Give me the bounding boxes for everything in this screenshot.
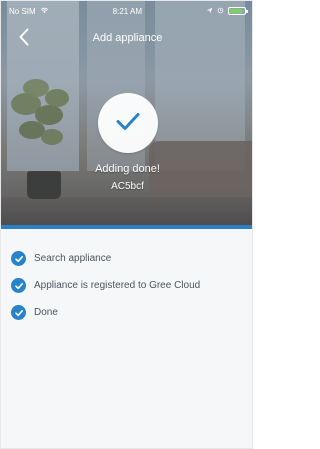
step-item: Search appliance bbox=[11, 245, 244, 272]
wifi-icon bbox=[40, 7, 49, 16]
step-label: Appliance is registered to Gree Cloud bbox=[34, 280, 201, 291]
check-circle-icon bbox=[11, 251, 26, 266]
alarm-icon bbox=[217, 7, 224, 16]
back-button[interactable] bbox=[13, 27, 35, 49]
chevron-left-icon bbox=[18, 28, 30, 49]
status-right bbox=[206, 7, 248, 16]
carrier-text: No SIM bbox=[9, 6, 36, 16]
status-time: 8:21 AM bbox=[112, 6, 143, 16]
check-circle-icon bbox=[11, 305, 26, 320]
step-label: Done bbox=[34, 307, 58, 318]
step-item: Appliance is registered to Gree Cloud bbox=[11, 272, 244, 299]
location-icon bbox=[206, 7, 213, 16]
status-bar: No SIM 8:21 AM bbox=[1, 1, 252, 21]
checkmark-icon bbox=[111, 104, 145, 143]
check-circle-icon bbox=[11, 278, 26, 293]
battery-icon bbox=[228, 7, 248, 15]
device-id: AC5bcf bbox=[111, 181, 144, 192]
status-left: No SIM bbox=[9, 7, 49, 16]
progress-steps: Search appliance Appliance is registered… bbox=[1, 233, 252, 326]
battery-level bbox=[230, 9, 242, 13]
step-item: Done bbox=[11, 299, 244, 326]
add-appliance-screen: No SIM 8:21 AM Add appliance Adding done… bbox=[0, 0, 253, 449]
page-title: Add appliance bbox=[92, 32, 163, 44]
success-badge bbox=[98, 93, 158, 153]
step-label: Search appliance bbox=[34, 253, 112, 264]
hero-accent-line bbox=[1, 225, 252, 229]
top-bar: Add appliance bbox=[1, 25, 252, 51]
success-message: Adding done! bbox=[95, 163, 160, 175]
